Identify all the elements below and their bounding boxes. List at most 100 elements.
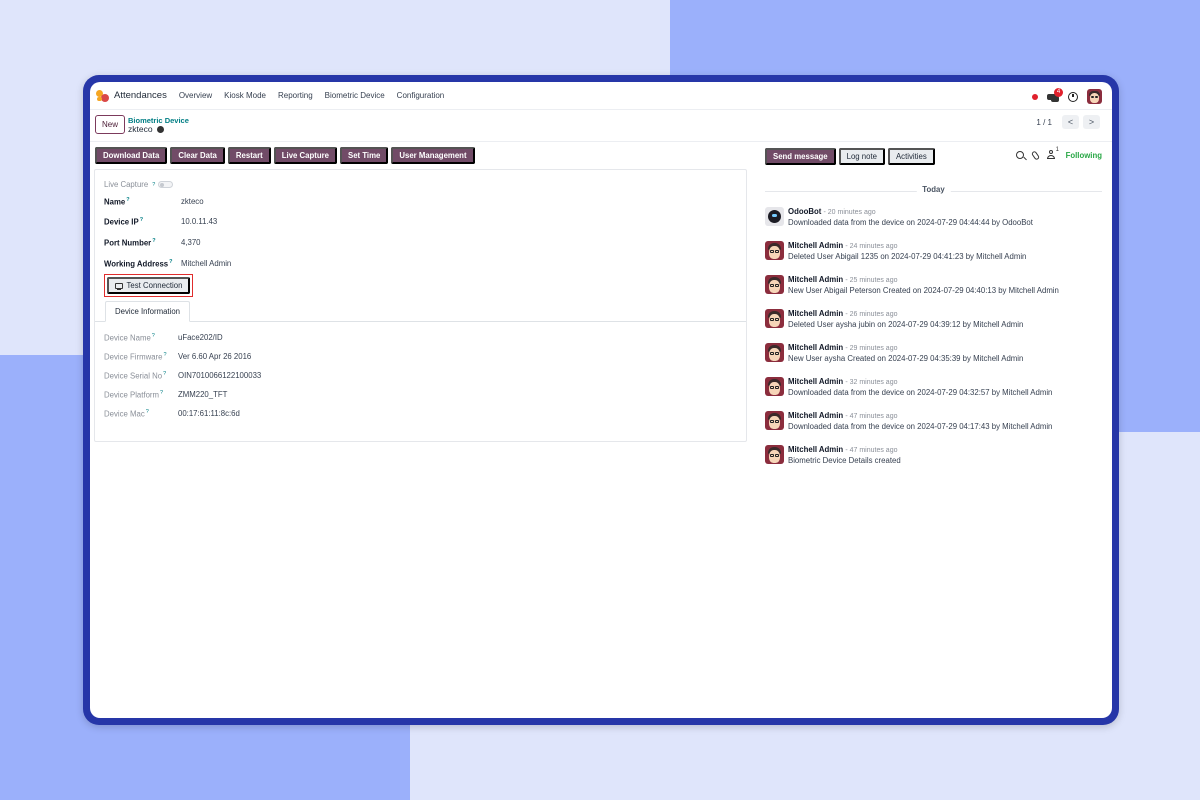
pager-previous-button[interactable]: < (1062, 115, 1079, 129)
help-icon[interactable]: ? (152, 182, 155, 188)
breadcrumb-current: zkteco (128, 123, 153, 134)
followers-icon[interactable]: 1 (1046, 147, 1059, 160)
clear-data-button[interactable]: Clear Data (170, 147, 225, 164)
systray: 4 (1032, 87, 1102, 104)
help-icon[interactable]: ? (163, 352, 166, 358)
user-management-button[interactable]: User Management (391, 147, 475, 164)
mitchell-admin-avatar[interactable] (765, 275, 784, 294)
mitchell-admin-avatar[interactable] (765, 377, 784, 396)
field-name-value[interactable]: zkteco (181, 197, 204, 206)
odoobot-avatar[interactable] (765, 207, 784, 226)
gear-icon[interactable] (156, 125, 164, 133)
pager-next-button[interactable]: > (1083, 115, 1100, 129)
mitchell-admin-avatar[interactable] (765, 411, 784, 430)
info-device-platform-label: Device Platform (104, 390, 160, 400)
chatter-message: Mitchell Admin - 26 minutes ago Deleted … (765, 308, 1095, 334)
chatter-tools: 1 Following (1015, 147, 1102, 161)
message-time: - 32 minutes ago (845, 379, 898, 386)
clock-icon[interactable] (1068, 91, 1078, 102)
chat-badge: 4 (1054, 87, 1063, 97)
message-time: - 29 minutes ago (845, 345, 898, 352)
help-icon[interactable]: ? (152, 238, 155, 244)
field-working-address-label: Working Address (104, 259, 169, 269)
test-connection-button[interactable]: Test Connection (107, 277, 190, 294)
breadcrumb: New Biometric Device zkteco (95, 115, 189, 134)
help-icon[interactable]: ? (140, 217, 143, 223)
field-port-number-label: Port Number (104, 238, 152, 248)
activities-button[interactable]: Activities (887, 147, 935, 165)
message-body: Biometric Device Details created (788, 456, 901, 465)
tab-device-information[interactable]: Device Information (105, 301, 190, 322)
message-author[interactable]: Mitchell Admin (788, 445, 843, 454)
info-device-firmware-value[interactable]: Ver 6.60 Apr 26 2016 (178, 352, 251, 361)
chat-icon[interactable]: 4 (1047, 87, 1063, 102)
live-capture-label: Live Capture (104, 180, 149, 189)
message-author[interactable]: Mitchell Admin (788, 275, 843, 284)
field-port-number-value[interactable]: 4,370 (181, 238, 201, 247)
info-device-mac-value[interactable]: 00:17:61:11:8c:6d (178, 409, 240, 418)
mitchell-admin-avatar[interactable] (765, 343, 784, 362)
chatter-message: Mitchell Admin - 29 minutes ago New User… (765, 342, 1095, 368)
send-message-button[interactable]: Send message (765, 147, 836, 165)
help-icon[interactable]: ? (146, 409, 149, 415)
header-divider (90, 141, 1112, 142)
mitchell-admin-avatar[interactable] (765, 241, 784, 260)
pager: 1 / 1 < > (1036, 115, 1100, 129)
device-frame: Attendances Overview Kiosk Mode Reportin… (83, 75, 1119, 725)
message-body: Deleted User aysha jubin on 2024-07-29 0… (788, 320, 1024, 329)
help-icon[interactable]: ? (169, 259, 172, 265)
message-author[interactable]: Mitchell Admin (788, 309, 843, 318)
nav-item-reporting[interactable]: Reporting (278, 91, 313, 100)
download-data-button[interactable]: Download Data (95, 147, 168, 164)
nav-item-biometric-device[interactable]: Biometric Device (325, 91, 385, 100)
test-connection-highlight: Test Connection (104, 274, 193, 297)
test-connection-label: Test Connection (126, 281, 183, 290)
search-icon[interactable] (1015, 151, 1024, 159)
nav-item-configuration[interactable]: Configuration (397, 91, 445, 100)
app-name[interactable]: Attendances (114, 90, 167, 101)
field-name-label: Name (104, 197, 126, 207)
live-capture-toggle[interactable] (158, 181, 174, 188)
restart-button[interactable]: Restart (227, 147, 271, 164)
mitchell-admin-avatar[interactable] (765, 445, 784, 464)
info-device-firmware-label: Device Firmware (104, 352, 163, 362)
help-icon[interactable]: ? (163, 371, 166, 377)
chatter-message: Mitchell Admin - 47 minutes ago Biometri… (765, 444, 1095, 470)
attendances-app-icon[interactable] (96, 89, 109, 102)
help-icon[interactable]: ? (126, 197, 129, 203)
message-time: - 25 minutes ago (845, 277, 898, 284)
chatter-message: Mitchell Admin - 47 minutes ago Download… (765, 410, 1095, 436)
help-icon[interactable]: ? (152, 333, 155, 339)
top-navbar: Attendances Overview Kiosk Mode Reportin… (90, 82, 1112, 110)
mitchell-admin-avatar[interactable] (765, 309, 784, 328)
following-button[interactable]: Following (1066, 151, 1102, 160)
log-note-button[interactable]: Log note (838, 147, 885, 165)
field-device-ip-value[interactable]: 10.0.11.43 (181, 217, 217, 226)
message-author[interactable]: Mitchell Admin (788, 377, 843, 386)
paperclip-icon[interactable] (1030, 149, 1040, 161)
chatter-message: Mitchell Admin - 25 minutes ago New User… (765, 274, 1095, 300)
info-device-platform-value[interactable]: ZMM220_TFT (178, 390, 227, 399)
set-time-button[interactable]: Set Time (340, 147, 389, 164)
message-author[interactable]: Mitchell Admin (788, 241, 843, 250)
help-icon[interactable]: ? (160, 390, 163, 396)
new-button[interactable]: New (95, 115, 126, 134)
app-window: Attendances Overview Kiosk Mode Reportin… (90, 82, 1112, 718)
nav-item-overview[interactable]: Overview (179, 91, 212, 100)
live-capture-button[interactable]: Live Capture (273, 147, 338, 164)
message-body: New User aysha Created on 2024-07-29 04:… (788, 354, 1024, 363)
message-author[interactable]: OdooBot (788, 207, 821, 216)
live-capture-toggle-row: Live Capture ? (104, 180, 174, 189)
message-body: Downloaded data from the device on 2024-… (788, 388, 1053, 397)
field-working-address-value[interactable]: Mitchell Admin (181, 259, 231, 268)
message-author[interactable]: Mitchell Admin (788, 343, 843, 352)
message-author[interactable]: Mitchell Admin (788, 411, 843, 420)
info-device-serial-value[interactable]: OIN7010066122100033 (178, 371, 261, 380)
followers-count: 1 (1055, 147, 1059, 153)
user-avatar[interactable] (1087, 89, 1102, 104)
recording-dot-icon[interactable] (1032, 93, 1038, 100)
nav-item-kiosk-mode[interactable]: Kiosk Mode (224, 91, 266, 100)
info-device-name-value[interactable]: uFace202/ID (178, 333, 223, 342)
message-body: Downloaded data from the device on 2024-… (788, 218, 1033, 227)
pager-value[interactable]: 1 / 1 (1036, 118, 1052, 127)
